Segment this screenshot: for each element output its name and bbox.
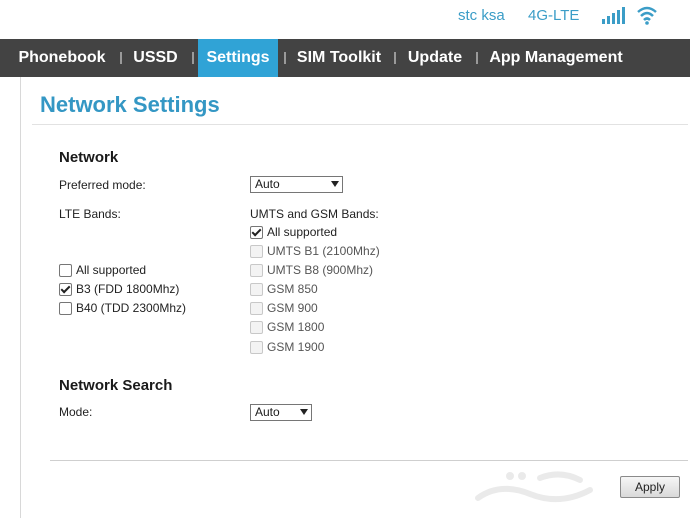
umts-gsm-band-label: UMTS B8 (900Mhz)	[267, 263, 374, 277]
lte-band-label: B3 (FDD 1800Mhz)	[76, 282, 180, 296]
nav-item-phonebook[interactable]: Phonebook	[8, 39, 116, 77]
lte-bands-label: LTE Bands:	[59, 207, 121, 221]
lte-band-all-supported[interactable]: All supported	[59, 262, 146, 278]
status-bar: stc ksa 4G-LTE	[0, 0, 700, 38]
umts-gsm-band-label: GSM 900	[267, 301, 318, 315]
chevron-down-icon	[300, 409, 308, 415]
umts-gsm-band-label: GSM 1900	[267, 340, 325, 354]
lte-band-b3[interactable]: B3 (FDD 1800Mhz)	[59, 281, 179, 297]
network-search-section-title: Network Search	[59, 377, 173, 394]
preferred-mode-label: Preferred mode:	[59, 178, 146, 192]
checkbox[interactable]	[59, 282, 72, 296]
umts-gsm-band-label: UMTS B1 (2100Mhz)	[267, 244, 380, 258]
umts-gsm-band-all-supported[interactable]: All supported	[250, 224, 337, 240]
nav-separator	[394, 52, 396, 64]
gsm-band-850[interactable]: GSM 850	[250, 281, 318, 297]
network-type: 4G-LTE	[528, 7, 580, 24]
nav-separator	[476, 52, 478, 64]
content-left-border	[20, 77, 21, 518]
umts-gsm-bands-label: UMTS and GSM Bands:	[250, 207, 379, 221]
nav-separator	[120, 52, 122, 64]
network-search-mode-label: Mode:	[59, 405, 93, 419]
checkbox[interactable]	[250, 244, 263, 258]
page-title: Network Settings	[40, 92, 220, 117]
nav-item-sim-toolkit[interactable]: SIM Toolkit	[290, 39, 388, 77]
signal-strength-icon	[602, 7, 625, 24]
gsm-band-1800[interactable]: GSM 1800	[250, 319, 324, 335]
watermark-logo	[475, 471, 593, 503]
nav-separator	[192, 52, 194, 64]
lte-band-label: B40 (TDD 2300Mhz)	[76, 301, 187, 315]
nav-item-app-management[interactable]: App Management	[482, 39, 630, 77]
apply-button[interactable]: Apply	[620, 476, 680, 498]
nav-separator	[284, 52, 286, 64]
title-divider	[32, 124, 688, 125]
wifi-icon	[637, 6, 657, 25]
umts-gsm-band-label: GSM 850	[267, 282, 318, 296]
gsm-band-900[interactable]: GSM 900	[250, 300, 318, 316]
checkbox[interactable]	[250, 301, 263, 315]
network-section-title: Network	[59, 149, 119, 166]
chevron-down-icon	[331, 181, 339, 187]
umts-band-b1[interactable]: UMTS B1 (2100Mhz)	[250, 243, 380, 259]
preferred-mode-value: Auto	[255, 177, 280, 191]
checkbox[interactable]	[250, 282, 263, 296]
checkbox[interactable]	[59, 301, 72, 315]
umts-gsm-band-label: GSM 1800	[267, 320, 325, 334]
nav-item-settings[interactable]: Settings	[198, 39, 278, 77]
checkbox[interactable]	[59, 263, 72, 277]
network-search-mode-value: Auto	[255, 405, 280, 419]
checkbox[interactable]	[250, 320, 263, 334]
umts-band-b8[interactable]: UMTS B8 (900Mhz)	[250, 262, 373, 278]
umts-gsm-band-label: All supported	[267, 225, 338, 239]
checkbox[interactable]	[250, 340, 263, 354]
nav-item-update[interactable]: Update	[400, 39, 470, 77]
lte-band-label: All supported	[76, 263, 147, 277]
preferred-mode-select[interactable]: Auto	[250, 176, 343, 193]
network-search-mode-select[interactable]: Auto	[250, 404, 312, 421]
carrier-name: stc ksa	[458, 7, 505, 24]
checkbox[interactable]	[250, 263, 263, 277]
main-nav: Phonebook USSD Settings SIM Toolkit Upda…	[0, 39, 690, 77]
nav-item-ussd[interactable]: USSD	[124, 39, 187, 77]
lte-band-b40[interactable]: B40 (TDD 2300Mhz)	[59, 300, 186, 316]
checkbox[interactable]	[250, 225, 263, 239]
gsm-band-1900[interactable]: GSM 1900	[250, 339, 324, 355]
